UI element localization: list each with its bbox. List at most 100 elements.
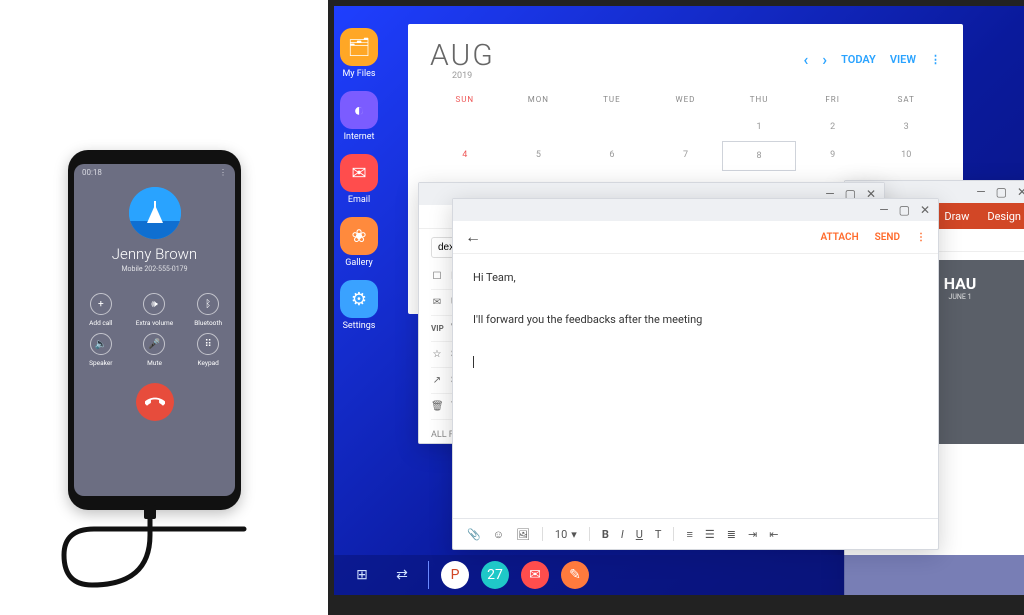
trash-icon: 🗑: [431, 401, 443, 412]
calendar-cell[interactable]: 6: [575, 141, 649, 169]
phone-screen: 00:18 ⋮ Jenny Brown Mobile 202-555-0179 …: [74, 164, 235, 496]
bluetooth-icon: ᛒ: [197, 293, 219, 315]
minimize-button[interactable]: —: [879, 203, 888, 217]
minimize-button[interactable]: —: [976, 185, 985, 199]
phone-hangup-icon: [145, 392, 165, 412]
compose-line: I'll forward you the feedbacks after the…: [473, 310, 918, 331]
calendar-cell[interactable]: 7: [649, 141, 723, 169]
bluetooth-button[interactable]: ᛒBluetooth: [181, 293, 235, 327]
extra-volume-button[interactable]: 🕪Extra volume: [128, 293, 182, 327]
inbox-icon: ☐: [431, 271, 443, 282]
calendar-cell[interactable]: 4: [428, 141, 502, 169]
caller-name: Jenny Brown: [112, 245, 197, 263]
calendar-cell[interactable]: 9: [796, 141, 870, 169]
maximize-button[interactable]: ▢: [899, 203, 910, 217]
align-left-button[interactable]: ≡: [686, 528, 692, 541]
today-button[interactable]: TODAY: [841, 53, 876, 66]
taskbar: ⊞ ⇄ P 27 ✉ ✎: [334, 555, 1024, 595]
window-titlebar: — ▢ ✕: [453, 199, 938, 221]
dock-email[interactable]: ✉Email: [340, 154, 378, 205]
caller-avatar: [129, 187, 181, 239]
close-button[interactable]: ✕: [1017, 185, 1024, 199]
taskbar-powerpoint[interactable]: P: [441, 561, 469, 589]
taskbar-calendar[interactable]: 27: [481, 561, 509, 589]
tab-draw[interactable]: Draw: [944, 210, 969, 223]
usb-cable: [60, 505, 280, 615]
image-icon[interactable]: 🖼: [516, 528, 530, 541]
gallery-icon: ❀: [340, 217, 378, 255]
keypad-button[interactable]: ⠿Keypad: [181, 333, 235, 367]
dock-gallery[interactable]: ❀Gallery: [340, 217, 378, 268]
outdent-button[interactable]: ⇤: [769, 528, 778, 541]
volume-icon: 🕪: [143, 293, 165, 315]
mail-icon: ✉: [340, 154, 378, 192]
compose-window: — ▢ ✕ ← ATTACH SEND ⋮ Hi Team, I'll forw…: [452, 198, 939, 550]
text-cursor: [473, 356, 474, 368]
slide-subtitle: JUNE 1: [948, 293, 971, 301]
taskbar-mail[interactable]: ✉: [521, 561, 549, 589]
mute-button[interactable]: 🎤Mute: [128, 333, 182, 367]
plus-icon: +: [90, 293, 112, 315]
taskbar-compose[interactable]: ✎: [561, 561, 589, 589]
attachment-icon[interactable]: 📎: [467, 528, 481, 541]
back-button[interactable]: ←: [465, 227, 481, 247]
compose-greeting: Hi Team,: [473, 268, 918, 289]
globe-icon: ◐: [340, 91, 378, 129]
add-call-button[interactable]: +Add call: [74, 293, 128, 327]
call-controls: +Add call 🕪Extra volume ᛒBluetooth 🔈Spea…: [74, 293, 235, 367]
indent-button[interactable]: ⇥: [748, 528, 757, 541]
apps-button[interactable]: ⊞: [348, 561, 376, 589]
close-button[interactable]: ✕: [920, 203, 930, 217]
app-launcher: 🗂My Files ◐Internet ✉Email ❀Gallery ⚙Set…: [340, 28, 378, 331]
maximize-button[interactable]: ▢: [996, 185, 1007, 199]
more-icon[interactable]: ⋮: [930, 53, 941, 66]
recents-button[interactable]: ⇄: [388, 561, 416, 589]
font-size-select[interactable]: 10 ▾: [555, 528, 577, 541]
dock-settings[interactable]: ⚙Settings: [340, 280, 378, 331]
calendar-cell[interactable]: 2: [796, 113, 870, 141]
keypad-icon: ⠿: [197, 333, 219, 355]
phone-status-bar: 00:18 ⋮: [74, 164, 235, 177]
numbered-list-button[interactable]: ≣: [727, 528, 736, 541]
prev-month-button[interactable]: ‹: [803, 50, 808, 69]
speaker-button[interactable]: 🔈Speaker: [74, 333, 128, 367]
send-button[interactable]: SEND: [875, 232, 900, 243]
speaker-icon: 🔈: [90, 333, 112, 355]
bold-button[interactable]: B: [602, 528, 609, 541]
more-icon[interactable]: ⋮: [219, 168, 227, 177]
next-month-button[interactable]: ›: [822, 50, 827, 69]
hangup-button[interactable]: [136, 383, 174, 421]
calendar-cell[interactable]: 5: [502, 141, 576, 169]
gear-icon: ⚙: [340, 280, 378, 318]
compose-body[interactable]: Hi Team, I'll forward you the feedbacks …: [453, 254, 938, 386]
list-button[interactable]: ☰: [705, 528, 715, 541]
sent-icon: ↗: [431, 375, 443, 386]
calendar-cell[interactable]: [575, 113, 649, 141]
caller-meta: Mobile 202-555-0179: [121, 265, 187, 273]
divider: [428, 561, 429, 589]
calendar-cell[interactable]: [502, 113, 576, 141]
compose-toolbar: 📎 ☺ 🖼 10 ▾ B I U T ≡ ☰ ≣ ⇥ ⇤: [453, 518, 938, 549]
star-icon: ☆: [431, 349, 443, 360]
italic-button[interactable]: I: [621, 528, 624, 541]
calendar-grid: SUN MON TUE WED THU FRI SAT 1 2 3 4 5 6 …: [408, 85, 963, 171]
attach-button[interactable]: ATTACH: [820, 232, 858, 243]
call-duration: 00:18: [82, 168, 102, 177]
dock-internet[interactable]: ◐Internet: [340, 91, 378, 142]
underline-button[interactable]: U: [636, 528, 643, 541]
monitor: 🗂My Files ◐Internet ✉Email ❀Gallery ⚙Set…: [328, 0, 1024, 615]
text-color-button[interactable]: T: [655, 528, 662, 541]
calendar-cell[interactable]: [649, 113, 723, 141]
phone-device: 00:18 ⋮ Jenny Brown Mobile 202-555-0179 …: [68, 150, 241, 510]
dock-my-files[interactable]: 🗂My Files: [340, 28, 378, 79]
calendar-cell[interactable]: 10: [869, 141, 943, 169]
slide-title: HAU: [944, 274, 977, 293]
tab-design[interactable]: Design: [987, 210, 1021, 223]
more-icon[interactable]: ⋮: [916, 232, 926, 243]
calendar-cell[interactable]: [428, 113, 502, 141]
calendar-cell[interactable]: 3: [869, 113, 943, 141]
calendar-cell-today[interactable]: 8: [722, 141, 796, 171]
view-button[interactable]: VIEW: [890, 53, 916, 66]
calendar-cell[interactable]: 1: [722, 113, 796, 141]
emoji-icon[interactable]: ☺: [493, 528, 504, 541]
